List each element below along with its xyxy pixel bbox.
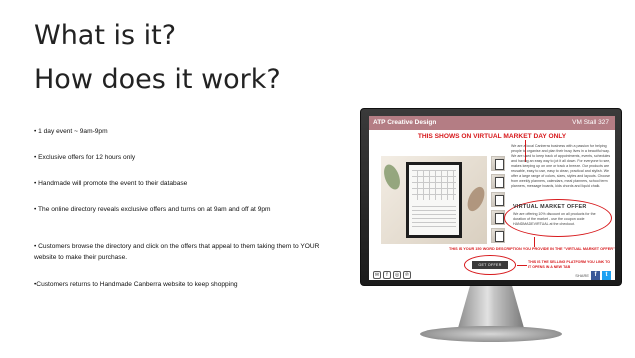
social-links: ✉ f ◎ ℗ bbox=[373, 271, 411, 279]
virtual-market-headline: THIS SHOWS ON VIRTUAL MARKET DAY ONLY bbox=[417, 133, 567, 140]
bullet-item: • Handmade will promote the event to the… bbox=[34, 180, 188, 187]
product-image bbox=[380, 156, 488, 244]
share-bar: SHARE f t bbox=[575, 271, 611, 280]
facebook-share-icon[interactable]: f bbox=[591, 271, 600, 280]
product-thumbnail[interactable] bbox=[491, 156, 505, 171]
buy-arrow bbox=[517, 265, 527, 266]
monitor-bezel: ATP Creative Design VM Stall 327 THIS SH… bbox=[360, 108, 622, 286]
product-thumbnails bbox=[491, 156, 505, 246]
slide: What is it? How does it work? • 1 day ev… bbox=[0, 0, 635, 358]
bullet-item: • The online directory reveals exclusive… bbox=[34, 206, 271, 213]
monitor-stand-neck bbox=[458, 286, 524, 328]
product-thumbnail[interactable] bbox=[491, 192, 505, 207]
stall-brand: ATP Creative Design bbox=[373, 119, 437, 126]
bullet-item: •Customers returns to Handmade Canberra … bbox=[34, 281, 238, 288]
get-offer-button[interactable]: GET OFFER bbox=[472, 261, 508, 269]
slide-subtitle: How does it work? bbox=[34, 64, 281, 95]
stall-header-bar: ATP Creative Design VM Stall 327 bbox=[369, 116, 615, 130]
bullet-item: • Customers browse the directory and cli… bbox=[34, 243, 320, 261]
share-label: SHARE bbox=[575, 273, 589, 278]
leaf-decoration bbox=[380, 162, 404, 192]
product-thumbnail[interactable] bbox=[491, 210, 505, 225]
offer-title: VIRTUAL MARKET OFFER bbox=[513, 204, 587, 210]
twitter-share-icon[interactable]: t bbox=[602, 271, 611, 280]
buy-callout-note: THIS IS THE SELLING PLATFORM YOU LINK TO… bbox=[528, 260, 611, 269]
mail-icon[interactable]: ✉ bbox=[373, 271, 381, 279]
monitor-screen: ATP Creative Design VM Stall 327 THIS SH… bbox=[369, 116, 615, 280]
pinterest-icon[interactable]: ℗ bbox=[403, 271, 411, 279]
monitor-mockup: ATP Creative Design VM Stall 327 THIS SH… bbox=[360, 108, 622, 346]
stall-number: VM Stall 327 bbox=[572, 119, 609, 126]
offer-arrow bbox=[534, 237, 535, 247]
facebook-icon[interactable]: f bbox=[383, 271, 391, 279]
monitor-stand-base bbox=[420, 326, 562, 342]
stall-description: We are a local Canberra business with a … bbox=[511, 144, 611, 188]
offer-callout-note: THIS IS YOUR 150 WORD DESCRIPTION YOU PR… bbox=[449, 247, 615, 251]
offer-text: We are offering 10% discount on all prod… bbox=[513, 212, 596, 226]
bullet-item: • Exclusive offers for 12 hours only bbox=[34, 154, 136, 161]
slide-title: What is it? bbox=[34, 20, 177, 51]
planner-lines bbox=[412, 206, 456, 230]
leaf-decoration bbox=[464, 184, 488, 214]
product-thumbnail[interactable] bbox=[491, 228, 505, 243]
bullet-item: • 1 day event ~ 9am-9pm bbox=[34, 128, 108, 135]
planner-grid bbox=[412, 170, 456, 200]
instagram-icon[interactable]: ◎ bbox=[393, 271, 401, 279]
product-thumbnail[interactable] bbox=[491, 174, 505, 189]
